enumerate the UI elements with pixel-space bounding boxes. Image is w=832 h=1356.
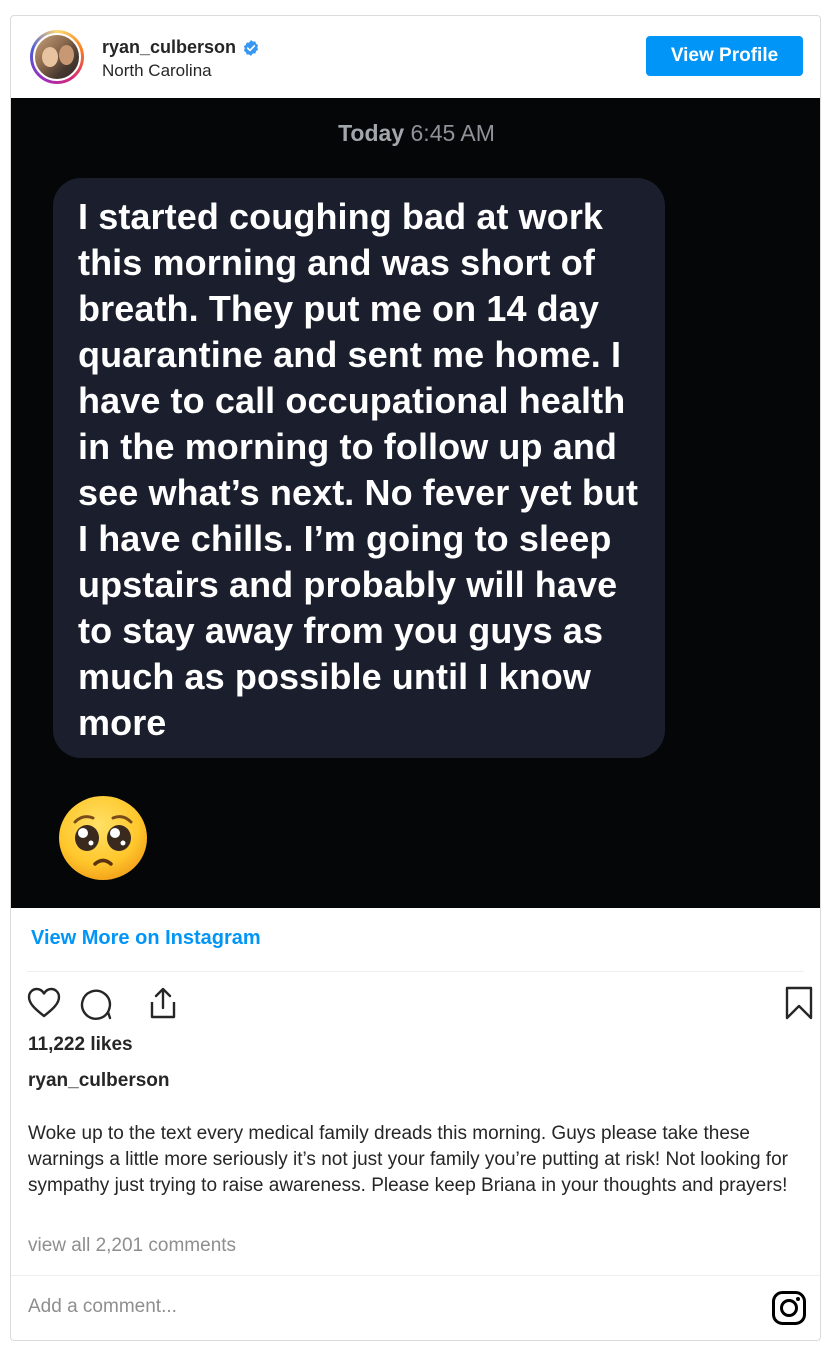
view-more-link[interactable]: View More on Instagram <box>31 927 261 950</box>
avatar-face-left <box>42 47 58 67</box>
avatar[interactable] <box>30 30 84 84</box>
divider <box>27 971 804 972</box>
post-header: ryan_culberson North Carolina View Profi… <box>11 16 820 98</box>
add-comment-input[interactable]: Add a comment... <box>28 1296 177 1318</box>
view-comments-link[interactable]: view all 2,201 comments <box>28 1235 236 1257</box>
action-bar <box>27 986 813 1022</box>
caption-username[interactable]: ryan_culberson <box>28 1070 170 1092</box>
timestamp-day: Today <box>338 120 405 146</box>
view-profile-button[interactable]: View Profile <box>646 36 803 76</box>
location-label[interactable]: North Carolina <box>102 61 212 81</box>
divider <box>11 1275 820 1276</box>
comment-icon[interactable] <box>79 986 113 1020</box>
likes-count[interactable]: 11,222 likes <box>28 1034 133 1056</box>
instagram-embed-card: ryan_culberson North Carolina View Profi… <box>10 15 821 1341</box>
message-text: I started coughing bad at work this morn… <box>78 196 639 743</box>
pleading-face-emoji <box>59 796 147 880</box>
heart-icon[interactable] <box>27 986 61 1020</box>
share-icon[interactable] <box>146 986 180 1020</box>
instagram-icon[interactable] <box>771 1290 807 1326</box>
avatar-face-right <box>59 45 74 65</box>
message-timestamp: Today 6:45 AM <box>11 120 820 147</box>
post-caption: Woke up to the text every medical family… <box>28 1123 788 1196</box>
post-image[interactable]: Today 6:45 AM I started coughing bad at … <box>11 98 820 908</box>
avatar-photo <box>33 33 81 81</box>
timestamp-time: 6:45 AM <box>410 120 495 146</box>
username-link[interactable]: ryan_culberson <box>102 37 236 58</box>
verified-badge-icon <box>244 39 259 56</box>
bookmark-icon[interactable] <box>782 986 816 1020</box>
username-row: ryan_culberson <box>102 37 260 58</box>
